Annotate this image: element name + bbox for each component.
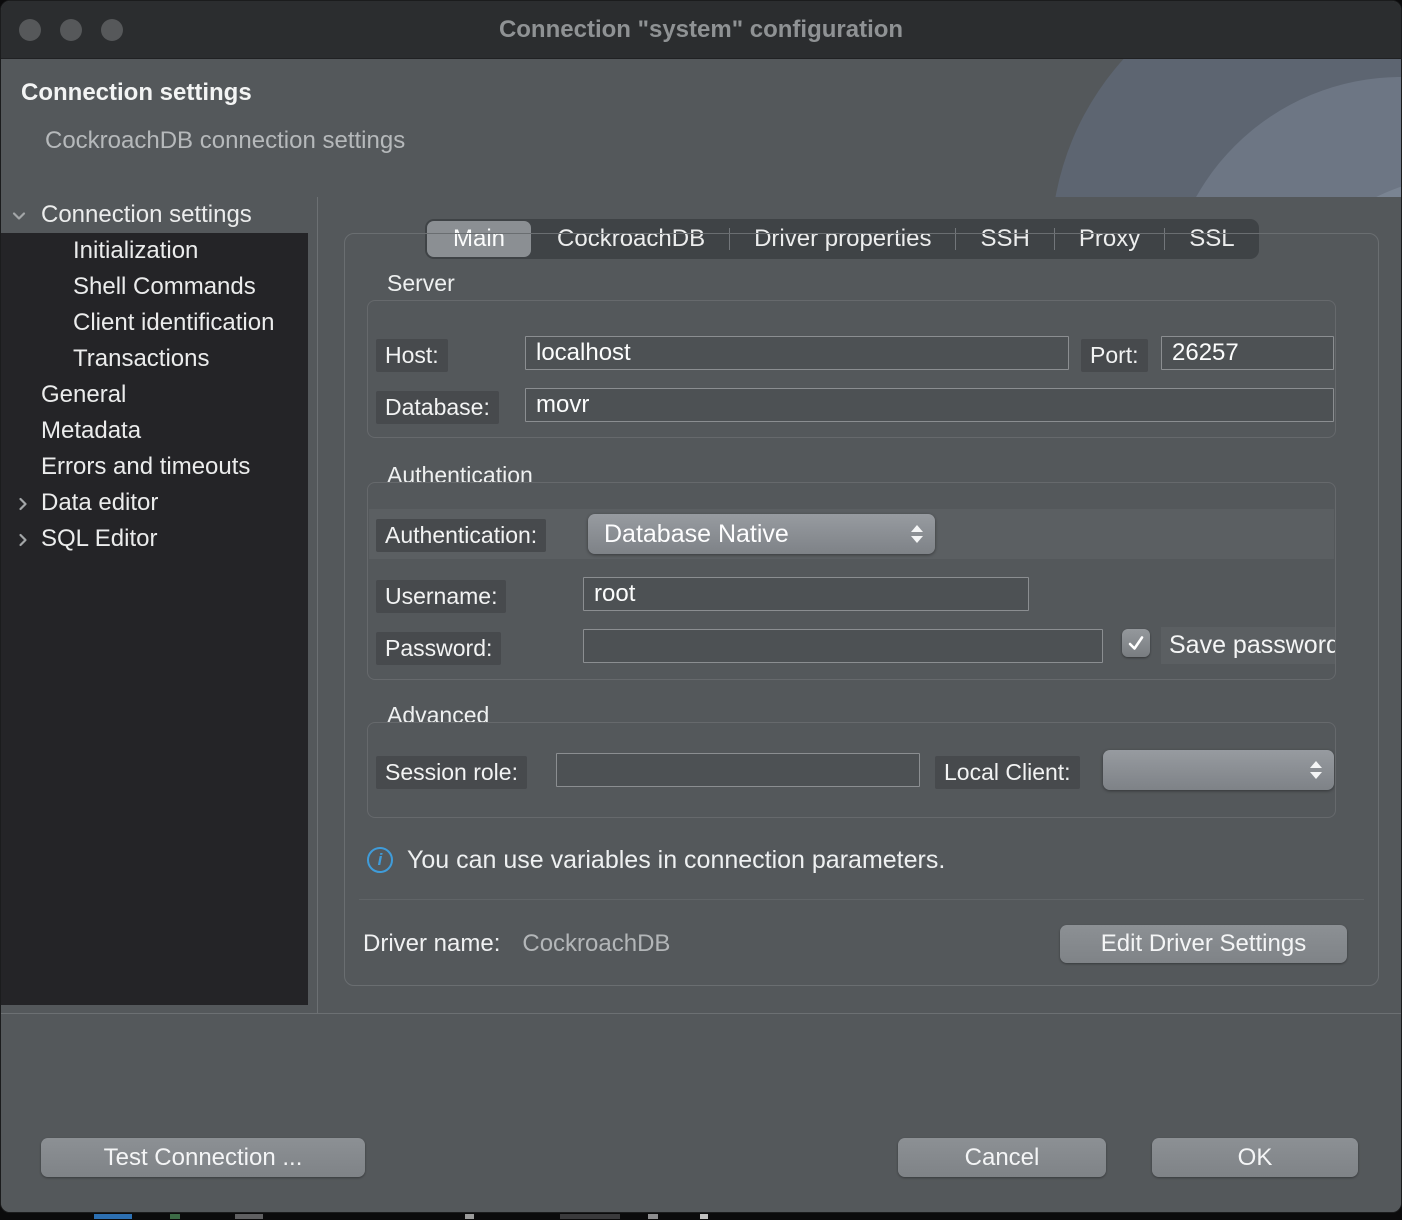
port-input[interactable] [1161,336,1334,370]
username-label: Username: [376,580,506,613]
tree-item-label: Transactions [73,345,210,373]
session-role-label: Session role: [376,756,527,789]
tree-item-connection-settings[interactable]: Connection settings [1,197,308,233]
desktop-fragment [170,1214,180,1219]
dialog-body: Connection settings Initialization Shell… [1,197,1401,1013]
screen: Connection "system" configuration Connec… [0,0,1402,1220]
database-label: Database: [376,391,499,424]
ok-button[interactable]: OK [1152,1138,1358,1177]
port-label: Port: [1081,339,1148,372]
title-bar: Connection "system" configuration [1,1,1401,59]
main-pane: Main CockroachDB Driver properties SSH P… [318,197,1401,1013]
save-password-label[interactable]: Save password [1161,627,1336,664]
connection-configuration-dialog: Connection "system" configuration Connec… [0,0,1402,1213]
checkmark-icon [1125,632,1147,654]
tree-item-label: SQL Editor [41,525,158,553]
desktop-strip [0,1213,1402,1220]
tree-item-errors-and-timeouts[interactable]: Errors and timeouts [1,449,308,485]
tree-item-label: Connection settings [41,201,252,229]
edit-driver-settings-button[interactable]: Edit Driver Settings [1060,925,1347,963]
tree-item-label: Initialization [73,237,198,265]
desktop-fragment [648,1214,658,1219]
authentication-select[interactable]: Database Native [588,514,935,554]
info-icon: i [367,847,393,873]
chevron-down-icon[interactable] [9,205,29,225]
select-arrows-icon [911,525,923,543]
tree-item-label: Data editor [41,489,158,517]
test-connection-button[interactable]: Test Connection ... [41,1138,365,1177]
authentication-group: Authentication: Database Native Username… [367,482,1336,680]
host-label: Host: [376,339,448,372]
close-button-icon[interactable] [19,19,41,41]
authentication-label: Authentication: [376,519,546,552]
minimize-button-icon[interactable] [60,19,82,41]
info-row: i You can use variables in connection pa… [367,842,945,878]
advanced-group: Session role: Local Client: [367,722,1336,818]
server-group: Host: Port: Database: [367,300,1336,438]
save-password-checkbox[interactable] [1122,629,1150,657]
driver-name-value: CockroachDB [522,930,670,958]
tree-item-general[interactable]: General [1,377,308,413]
tree-item-label: General [41,381,126,409]
tree-item-label: Client identification [73,309,274,337]
desktop-fragment [94,1214,132,1219]
zoom-button-icon[interactable] [101,19,123,41]
dialog-footer: Test Connection ... Cancel OK [1,1013,1401,1213]
tree-item-initialization[interactable]: Initialization [1,233,308,269]
driver-row: Driver name: CockroachDB Edit Driver Set… [359,899,1364,987]
tree-item-label: Shell Commands [73,273,256,301]
tree-item-label: Metadata [41,417,141,445]
desktop-fragment [700,1214,708,1219]
desktop-fragment [235,1214,263,1219]
chevron-right-icon[interactable] [13,529,33,549]
settings-tree: Connection settings Initialization Shell… [1,197,308,1005]
local-client-label: Local Client: [935,756,1080,789]
password-label: Password: [376,632,501,665]
server-group-title: Server [387,270,455,297]
database-input[interactable] [525,388,1334,422]
desktop-fragment [465,1214,474,1219]
window-title: Connection "system" configuration [1,16,1401,44]
tree-item-metadata[interactable]: Metadata [1,413,308,449]
cancel-button[interactable]: Cancel [898,1138,1106,1177]
tree-item-shell-commands[interactable]: Shell Commands [1,269,308,305]
page-subtitle: CockroachDB connection settings [45,127,405,155]
main-tab-panel: Server Host: Port: Database: Authenticat… [344,233,1379,986]
authentication-select-value: Database Native [604,520,903,549]
local-client-select[interactable] [1103,750,1334,790]
tree-item-data-editor[interactable]: Data editor [1,485,308,521]
username-input[interactable] [583,577,1029,611]
select-arrows-icon [1310,761,1322,779]
tree-item-client-identification[interactable]: Client identification [1,305,308,341]
dialog-header: Connection settings CockroachDB connecti… [1,59,1401,197]
session-role-input[interactable] [556,753,920,787]
chevron-right-icon[interactable] [13,493,33,513]
tree-item-sql-editor[interactable]: SQL Editor [1,521,308,557]
page-title: Connection settings [21,79,252,107]
window-controls [1,1,123,58]
tree-item-transactions[interactable]: Transactions [1,341,308,377]
desktop-fragment [560,1214,620,1219]
driver-name-label: Driver name: [363,930,500,958]
host-input[interactable] [525,336,1069,370]
tree-item-label: Errors and timeouts [41,453,250,481]
password-input[interactable] [583,629,1103,663]
info-text: You can use variables in connection para… [407,846,945,875]
